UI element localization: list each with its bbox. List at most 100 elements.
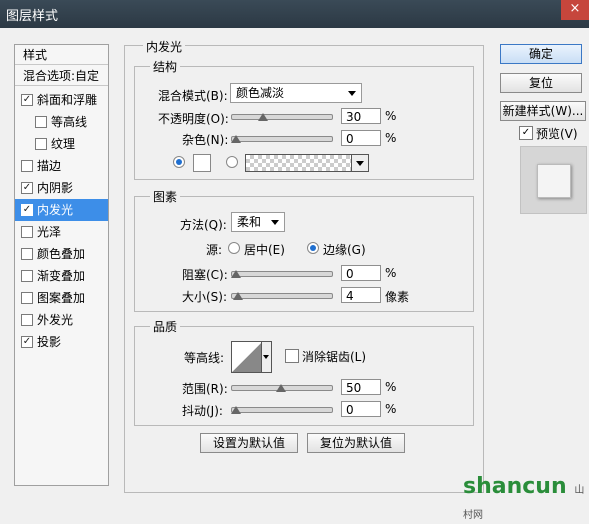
style-item-checkbox[interactable]: ✓ — [21, 204, 33, 216]
watermark-text: shancun — [463, 474, 567, 499]
styles-list: 样式 混合选项:自定 ✓ 斜面和浮雕等高线纹理描边 ✓ 内阴影 ✓ 内发光光泽颜色叠加渐变… — [14, 44, 109, 486]
gradient-dropdown-button[interactable] — [351, 154, 369, 172]
style-item-checkbox[interactable] — [21, 248, 33, 260]
style-item[interactable]: 描边 — [15, 155, 108, 177]
gradient-radio[interactable] — [226, 156, 238, 168]
quality-title: 品质 — [150, 318, 181, 335]
style-preview — [520, 146, 587, 214]
style-item-label: 描边 — [37, 159, 62, 173]
blend-options-item[interactable]: 混合选项:自定 — [15, 66, 108, 86]
blend-mode-value: 颜色减淡 — [236, 86, 285, 100]
size-slider-thumb[interactable] — [232, 292, 243, 300]
glow-color-swatch[interactable] — [193, 154, 211, 172]
style-item[interactable]: 外发光 — [15, 309, 108, 331]
jitter-input[interactable]: 0 — [341, 401, 381, 417]
noise-label: 杂色(N): — [182, 133, 229, 147]
range-unit: % — [385, 380, 397, 394]
blend-mode-select[interactable]: 颜色减淡 — [230, 83, 362, 103]
elements-title: 图素 — [150, 188, 181, 205]
jitter-label: 抖动(J): — [182, 404, 223, 418]
preview-square — [537, 164, 571, 198]
choke-label: 阻塞(C): — [182, 268, 228, 282]
make-default-button[interactable]: 设置为默认值 — [200, 433, 298, 453]
style-item-label: 斜面和浮雕 — [37, 93, 98, 107]
method-select[interactable]: 柔和 — [231, 212, 285, 232]
jitter-unit: % — [385, 402, 397, 416]
style-item-checkbox[interactable] — [21, 314, 33, 326]
opacity-slider-thumb[interactable] — [258, 113, 268, 121]
style-item-checkbox[interactable] — [35, 116, 47, 128]
noise-slider-thumb[interactable] — [231, 135, 241, 143]
style-item[interactable]: ✓ 斜面和浮雕 — [15, 89, 108, 111]
style-item-label: 光泽 — [37, 225, 62, 239]
style-item-label: 颜色叠加 — [37, 247, 86, 261]
source-center-label: 居中(E) — [244, 243, 285, 257]
noise-input[interactable]: 0 — [341, 130, 381, 146]
opacity-input[interactable]: 30 — [341, 108, 381, 124]
close-button[interactable]: × — [561, 0, 589, 20]
style-item[interactable]: 光泽 — [15, 221, 108, 243]
style-item-checkbox[interactable]: ✓ — [21, 182, 33, 194]
style-item-checkbox[interactable]: ✓ — [21, 94, 33, 106]
style-item-label: 渐变叠加 — [37, 269, 86, 283]
contour-picker[interactable] — [231, 341, 263, 373]
noise-unit: % — [385, 131, 397, 145]
title-bar: 图层样式 × — [0, 0, 589, 28]
style-item-label: 图案叠加 — [37, 291, 86, 305]
style-item-label: 外发光 — [37, 313, 74, 327]
style-item[interactable]: 图案叠加 — [15, 287, 108, 309]
contour-dropdown-button[interactable] — [261, 341, 272, 373]
jitter-slider[interactable] — [231, 407, 333, 413]
ok-button[interactable]: 确定 — [500, 44, 582, 64]
gradient-swatch[interactable] — [245, 154, 353, 172]
style-item-label: 纹理 — [51, 137, 76, 151]
style-item-checkbox[interactable] — [21, 292, 33, 304]
opacity-slider[interactable] — [231, 114, 333, 120]
style-item[interactable]: 纹理 — [15, 133, 108, 155]
style-item[interactable]: ✓ 内阴影 — [15, 177, 108, 199]
watermark: shancun 山村网 — [463, 474, 589, 524]
source-edge-radio[interactable] — [307, 242, 319, 254]
size-input[interactable]: 4 — [341, 287, 381, 303]
reset-button[interactable]: 复位 — [500, 73, 582, 93]
choke-slider-thumb[interactable] — [231, 270, 241, 278]
style-item[interactable]: ✓ 内发光 — [15, 199, 108, 221]
window-title: 图层样式 — [6, 9, 59, 24]
chevron-down-icon — [356, 161, 364, 166]
range-input[interactable]: 50 — [341, 379, 381, 395]
choke-slider[interactable] — [231, 271, 333, 277]
style-item[interactable]: ✓ 投影 — [15, 331, 108, 353]
range-slider-thumb[interactable] — [276, 384, 286, 392]
opacity-unit: % — [385, 109, 397, 123]
chevron-down-icon — [263, 355, 269, 359]
antialias-checkbox[interactable] — [285, 349, 299, 363]
preview-checkbox[interactable]: ✓ — [519, 126, 533, 140]
choke-input[interactable]: 0 — [341, 265, 381, 281]
style-item-checkbox[interactable]: ✓ — [21, 336, 33, 348]
style-item[interactable]: 等高线 — [15, 111, 108, 133]
range-label: 范围(R): — [182, 382, 228, 396]
style-item-label: 等高线 — [51, 115, 88, 129]
size-slider[interactable] — [231, 293, 333, 299]
reset-default-button[interactable]: 复位为默认值 — [307, 433, 405, 453]
source-center-radio[interactable] — [228, 242, 240, 254]
jitter-slider-thumb[interactable] — [231, 406, 241, 414]
choke-unit: % — [385, 266, 397, 280]
new-style-button[interactable]: 新建样式(W)... — [500, 101, 586, 121]
style-item-checkbox[interactable] — [21, 270, 33, 282]
style-item[interactable]: 渐变叠加 — [15, 265, 108, 287]
opacity-label: 不透明度(O): — [158, 112, 229, 126]
styles-header[interactable]: 样式 — [15, 45, 108, 65]
style-item-checkbox[interactable] — [21, 226, 33, 238]
structure-title: 结构 — [150, 58, 181, 75]
style-item-checkbox[interactable] — [21, 160, 33, 172]
preview-label: 预览(V) — [536, 127, 578, 141]
source-label: 源: — [206, 243, 223, 257]
noise-slider[interactable] — [231, 136, 333, 142]
chevron-down-icon — [348, 91, 356, 96]
color-radio[interactable] — [173, 156, 185, 168]
style-item-label: 投影 — [37, 335, 62, 349]
size-label: 大小(S): — [182, 290, 228, 304]
style-item-checkbox[interactable] — [35, 138, 47, 150]
style-item[interactable]: 颜色叠加 — [15, 243, 108, 265]
